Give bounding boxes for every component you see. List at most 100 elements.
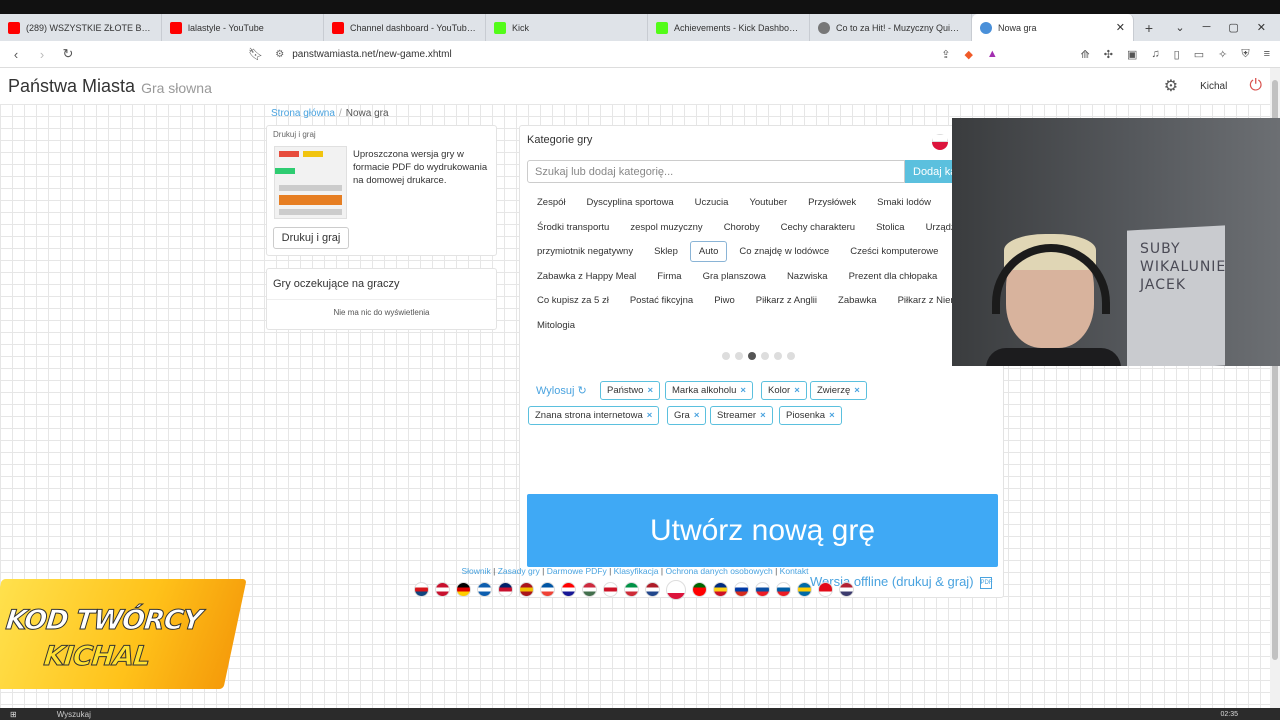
- category-chip[interactable]: Nazwiska: [778, 266, 837, 287]
- category-chip[interactable]: Środki transportu: [528, 217, 618, 238]
- language-flag-icon[interactable]: [645, 582, 660, 597]
- back-icon[interactable]: ‹: [6, 47, 26, 62]
- language-flag-icon[interactable]: [755, 582, 770, 597]
- language-flag-icon[interactable]: [456, 582, 471, 597]
- footer-link[interactable]: Słownik: [462, 566, 491, 576]
- browser-tab[interactable]: Achievements - Kick Dashboard: [648, 14, 810, 41]
- category-chip[interactable]: Dyscyplina sportowa: [578, 192, 683, 213]
- selected-category-tag[interactable]: Znana strona internetowa ×: [528, 406, 660, 425]
- polish-flag-icon[interactable]: [932, 134, 948, 150]
- category-chip[interactable]: Mitologia: [528, 315, 584, 336]
- language-flag-icon[interactable]: [540, 582, 555, 597]
- selected-category-tag[interactable]: Gra ×: [667, 406, 707, 425]
- category-chip[interactable]: Stolica: [867, 217, 914, 238]
- close-tab-icon[interactable]: ✕: [1116, 21, 1125, 34]
- wallet-icon[interactable]: ▭: [1194, 48, 1204, 61]
- site-info-icon[interactable]: ⚙︎: [275, 49, 284, 60]
- url-field[interactable]: ⚙︎ panstwamiasta.net/new-game.xhtml: [275, 49, 925, 60]
- category-chip[interactable]: Co znajdę w lodówce: [730, 241, 838, 262]
- ai-icon[interactable]: ✧: [1218, 48, 1227, 61]
- category-chip[interactable]: Uczucia: [686, 192, 738, 213]
- pagination-dot[interactable]: [774, 352, 782, 360]
- language-flag-icon[interactable]: [603, 582, 618, 597]
- remove-tag-icon[interactable]: ×: [829, 410, 835, 421]
- category-chip[interactable]: Auto: [689, 241, 728, 262]
- category-chip[interactable]: Co kupisz za 5 zł: [528, 290, 618, 311]
- logout-power-icon[interactable]: ⏻: [1249, 77, 1262, 95]
- footer-link[interactable]: Darmowe PDFy: [547, 566, 607, 576]
- remove-tag-icon[interactable]: ×: [647, 410, 653, 421]
- language-flag-icon[interactable]: [692, 582, 707, 597]
- language-flag-icon[interactable]: [797, 582, 812, 597]
- remove-tag-icon[interactable]: ×: [794, 385, 800, 396]
- language-flag-icon[interactable]: [435, 582, 450, 597]
- remove-tag-icon[interactable]: ×: [854, 385, 860, 396]
- bookmark-icon[interactable]: 🔖︎: [248, 47, 263, 61]
- category-chip[interactable]: Choroby: [715, 217, 769, 238]
- create-new-game-button[interactable]: Utwórz nową grę: [527, 494, 998, 567]
- remove-tag-icon[interactable]: ×: [694, 410, 700, 421]
- category-chip[interactable]: Zabawka: [829, 290, 886, 311]
- settings-gear-icon[interactable]: ⚙: [1164, 76, 1178, 96]
- browser-tab[interactable]: Kick: [486, 14, 648, 41]
- category-chip[interactable]: Piwo: [705, 290, 744, 311]
- pdf-preview-image[interactable]: [274, 146, 347, 219]
- language-flag-icon[interactable]: [818, 582, 833, 597]
- translate-icon[interactable]: ⟰: [1081, 48, 1090, 61]
- tab-search-icon[interactable]: ⌄: [1175, 21, 1184, 34]
- language-flag-icon[interactable]: [734, 582, 749, 597]
- site-brand[interactable]: Państwa Miasta: [8, 76, 135, 97]
- selected-category-tag[interactable]: Streamer ×: [710, 406, 773, 425]
- forward-icon[interactable]: ›: [32, 47, 52, 62]
- maximize-icon[interactable]: ▢: [1228, 21, 1238, 34]
- language-flag-icon[interactable]: [713, 582, 728, 597]
- language-flag-icon[interactable]: [477, 582, 492, 597]
- remove-tag-icon[interactable]: ×: [760, 410, 766, 421]
- breadcrumb-home-link[interactable]: Strona główna: [271, 108, 335, 119]
- remove-tag-icon[interactable]: ×: [740, 385, 746, 396]
- selected-category-tag[interactable]: Zwierzę ×: [810, 381, 867, 400]
- browser-tab[interactable]: (289) WSZYSTKIE ZŁOTE BLOKI W BA: [0, 14, 162, 41]
- pagination-dot[interactable]: [761, 352, 769, 360]
- sidebar-icon[interactable]: ▯: [1174, 48, 1180, 61]
- extensions-icon[interactable]: ✣: [1104, 48, 1113, 61]
- category-chip[interactable]: Cześci komputerowe: [841, 241, 947, 262]
- footer-link[interactable]: Klasyfikacja: [614, 566, 659, 576]
- draw-random-button[interactable]: Wylosuj ↻: [536, 384, 587, 397]
- selected-category-tag[interactable]: Marka alkoholu ×: [665, 381, 753, 400]
- menu-icon[interactable]: ≡: [1264, 48, 1270, 61]
- footer-link[interactable]: Zasady gry: [498, 566, 540, 576]
- browser-tab-active[interactable]: Nowa gra ✕: [972, 14, 1134, 41]
- language-flag-icon[interactable]: [666, 580, 686, 600]
- category-chip[interactable]: Youtuber: [740, 192, 796, 213]
- language-flag-icon[interactable]: [519, 582, 534, 597]
- language-flag-icon[interactable]: [414, 582, 429, 597]
- category-search-input[interactable]: Szukaj lub dodaj kategorię...: [527, 160, 905, 183]
- screenshot-icon[interactable]: ▣: [1127, 48, 1137, 61]
- share-icon[interactable]: ⇪: [941, 48, 950, 61]
- category-chip[interactable]: Piłkarz z Niemie: [889, 290, 958, 311]
- category-chip[interactable]: Przysłówek: [799, 192, 865, 213]
- remove-tag-icon[interactable]: ×: [647, 385, 653, 396]
- language-flag-icon[interactable]: [839, 582, 854, 597]
- new-tab-button[interactable]: +: [1134, 20, 1164, 36]
- selected-category-tag[interactable]: Państwo ×: [600, 381, 660, 400]
- browser-tab[interactable]: Channel dashboard - YouTube Studio: [324, 14, 486, 41]
- language-flag-icon[interactable]: [582, 582, 597, 597]
- browser-tab[interactable]: Co to za Hit! - Muzyczny Quiz Hip-H: [810, 14, 972, 41]
- category-chip[interactable]: Gra planszowa: [694, 266, 775, 287]
- pagination-dot[interactable]: [722, 352, 730, 360]
- category-chip[interactable]: Zespół: [528, 192, 575, 213]
- pagination-dot[interactable]: [735, 352, 743, 360]
- category-chip[interactable]: Zabawka z Happy Meal: [528, 266, 645, 287]
- language-flag-icon[interactable]: [624, 582, 639, 597]
- windows-start-icon[interactable]: ⊞: [10, 710, 17, 719]
- vpn-icon[interactable]: ⛨: [1241, 48, 1249, 61]
- print-and-play-button[interactable]: Drukuj i graj: [273, 227, 349, 249]
- category-chip[interactable]: przymiotnik negatywny: [528, 241, 642, 262]
- username-link[interactable]: Kichal: [1200, 81, 1227, 92]
- category-chip[interactable]: Piłkarz z Anglii: [747, 290, 826, 311]
- selected-category-tag[interactable]: Kolor ×: [761, 381, 807, 400]
- language-flag-icon[interactable]: [776, 582, 791, 597]
- language-flag-icon[interactable]: [561, 582, 576, 597]
